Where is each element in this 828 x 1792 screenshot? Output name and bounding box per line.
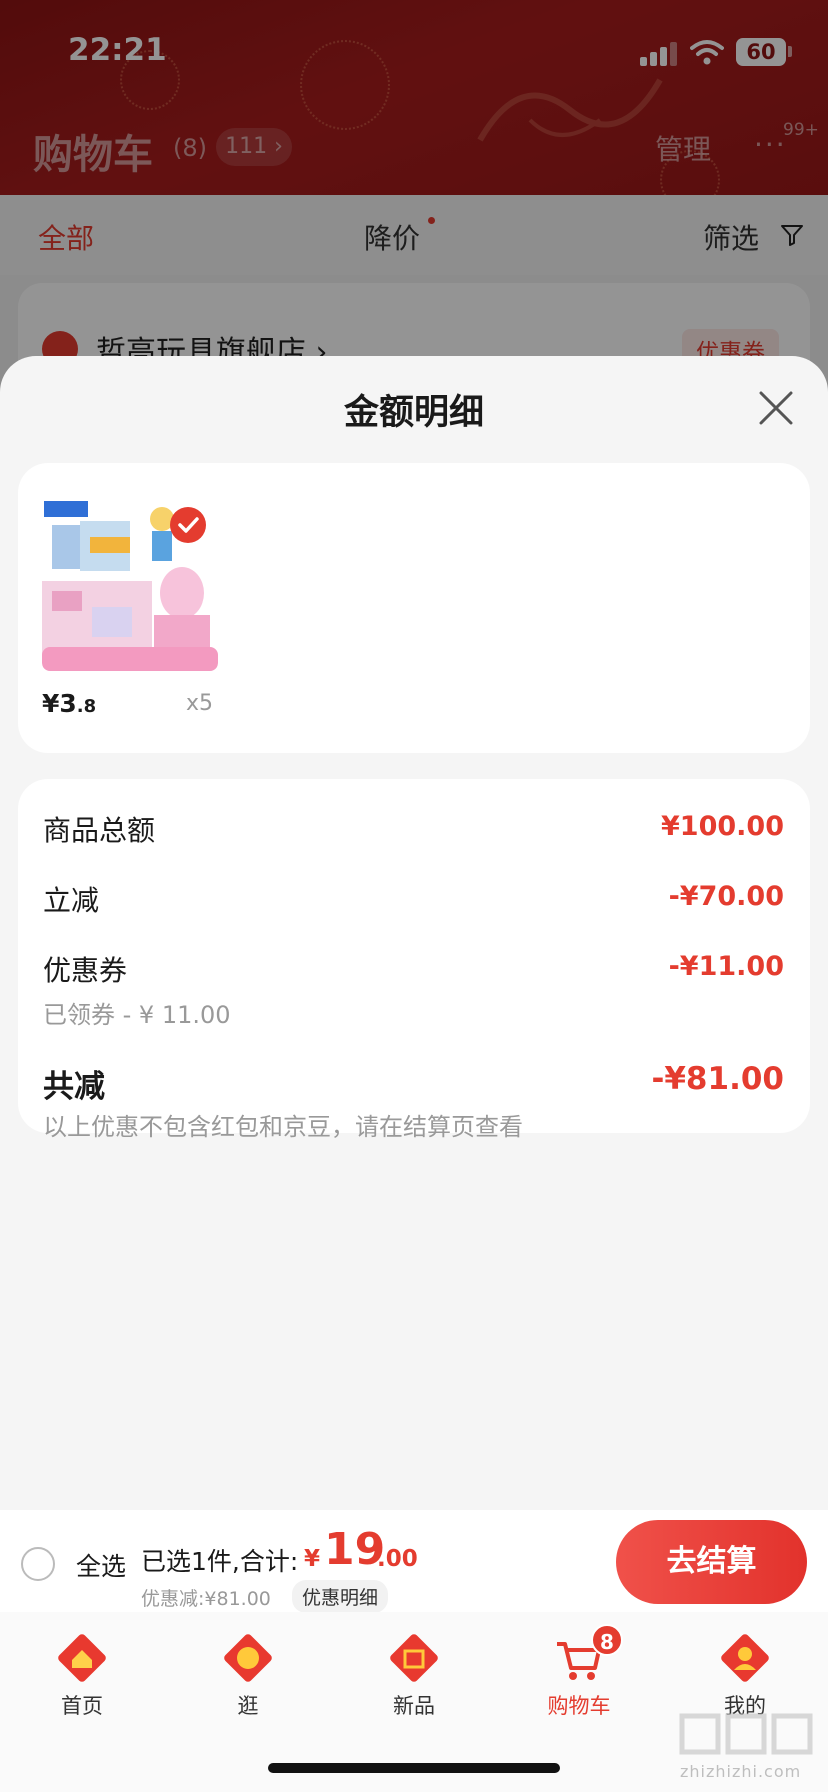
coupon-value: -¥11.00 (668, 951, 784, 982)
close-icon[interactable] (756, 388, 796, 428)
profile-icon (721, 1634, 769, 1682)
product-price: ¥3.8 (42, 689, 96, 718)
instant-off-label: 立减 (43, 884, 100, 917)
total-decimal: .00 (377, 1546, 418, 1572)
selected-items-card: ¥3.8 x5 (18, 463, 810, 753)
new-products-icon (390, 1634, 438, 1682)
coupon-label: 优惠券 (43, 954, 128, 987)
goods-total-label: 商品总额 (43, 814, 156, 847)
tab-cart[interactable]: 8 购物车 (519, 1624, 639, 1724)
tab-new[interactable]: 新品 (354, 1624, 474, 1724)
selected-summary: 已选1件,合计: (141, 1547, 299, 1576)
browse-icon (224, 1634, 272, 1682)
product-price-dec: .8 (76, 696, 97, 717)
goods-total-value: ¥100.00 (661, 811, 784, 842)
total-currency: ¥ (304, 1546, 321, 1572)
product-price-int: ¥3 (42, 689, 77, 718)
tab-label-browse: 逛 (237, 1694, 259, 1718)
discount-detail-button[interactable]: 优惠明细 (292, 1580, 389, 1613)
checkout-button[interactable]: 去结算 (616, 1520, 807, 1604)
sheet-title: 金额明细 (343, 393, 484, 433)
amount-summary-card: 商品总额 ¥100.00 立减 -¥70.00 优惠券 -¥11.00 已领券 … (18, 779, 810, 1141)
instant-off-value: -¥70.00 (668, 881, 784, 912)
tab-label-cart: 购物车 (547, 1694, 611, 1718)
product-quantity: x5 (186, 691, 214, 716)
tab-label-new: 新品 (393, 1694, 435, 1718)
total-off-label: 共减 (43, 1069, 105, 1105)
tab-label-home: 首页 (61, 1694, 103, 1718)
select-all-label[interactable]: 全选 (76, 1547, 126, 1583)
coupon-sub: 已领券 - ¥ 11.00 (43, 1001, 231, 1029)
checkout-bar: 全选 已选1件,合计: ¥ 19 .00 优惠减:¥81.00 优惠明细 去结算 (0, 1510, 828, 1613)
tab-home[interactable]: 首页 (22, 1624, 142, 1724)
tab-bar: 首页 逛 新品 8 购物车 我的 zhizhizhi.com (0, 1612, 828, 1792)
total-off-value: -¥81.00 (651, 1061, 785, 1097)
product-checked-icon[interactable] (170, 507, 206, 543)
discount-note: 以上优惠不包含红包和京豆，请在结算页查看 (43, 1113, 523, 1141)
home-icon (58, 1634, 106, 1682)
tab-browse[interactable]: 逛 (188, 1624, 308, 1724)
select-all-checkbox[interactable] (21, 1547, 55, 1581)
cart-badge: 8 (591, 1624, 623, 1656)
watermark-text: zhizhizhi.com (680, 1762, 802, 1781)
discount-summary: 优惠减:¥81.00 (141, 1588, 271, 1610)
home-indicator (268, 1763, 560, 1773)
